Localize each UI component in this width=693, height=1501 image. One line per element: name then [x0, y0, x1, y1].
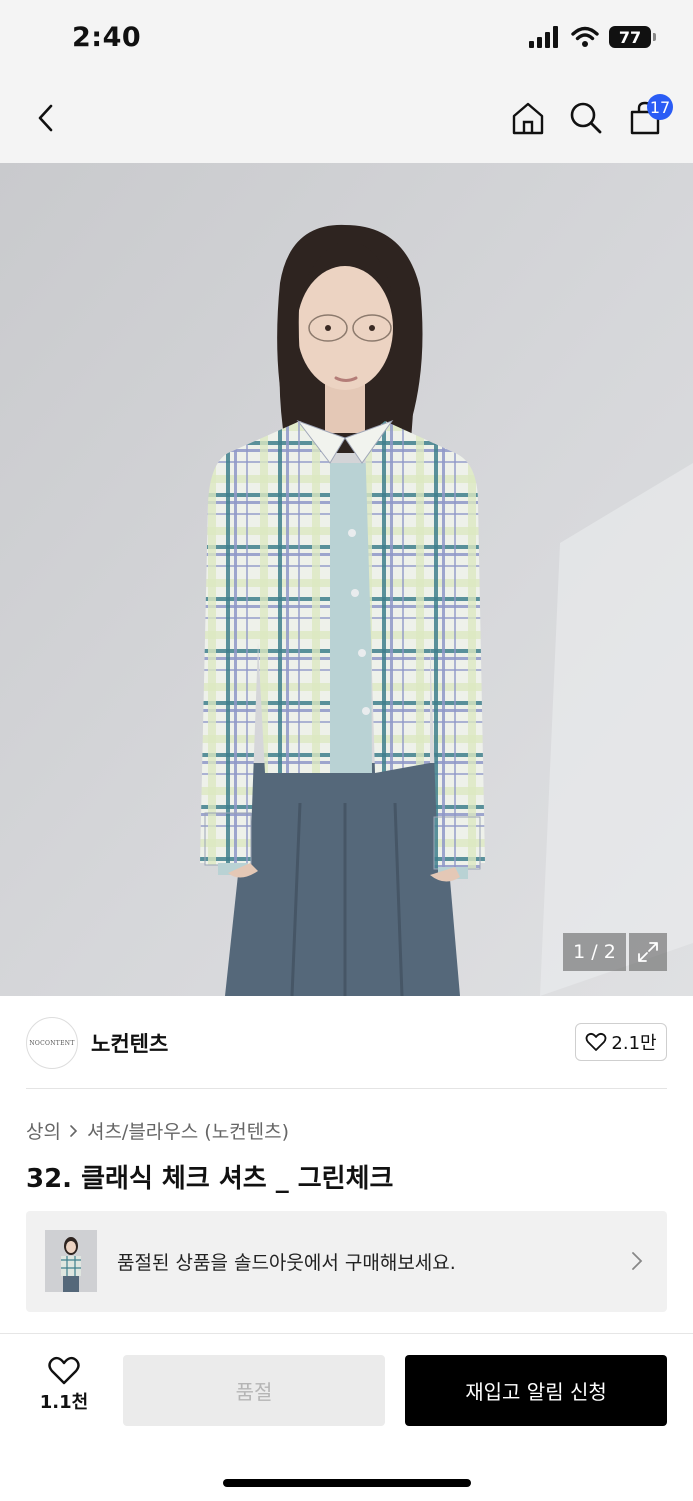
chevron-right-icon [70, 1124, 78, 1137]
home-button[interactable] [506, 96, 550, 140]
status-time: 2:40 [72, 22, 142, 53]
wishlist-button[interactable]: 1.1천 [36, 1356, 92, 1414]
breadcrumb-subcategory[interactable]: 셔츠/블라우스 (노컨텐츠) [87, 1117, 289, 1144]
soldout-banner-text: 품절된 상품을 솔드아웃에서 구매해보세요. [117, 1252, 456, 1274]
expand-icon [638, 942, 658, 962]
battery-icon: 77 [609, 26, 656, 48]
product-image[interactable] [0, 163, 693, 996]
product-photo [0, 163, 693, 996]
home-icon [512, 102, 544, 135]
chevron-right-icon [632, 1252, 643, 1270]
restock-alert-button[interactable]: 재입고 알림 신청 [405, 1355, 667, 1426]
product-title: 32. 클래식 체크 셔츠 _ 그린체크 [26, 1164, 394, 1194]
battery-level: 77 [618, 27, 642, 47]
brand-like-count: 2.1만 [611, 1033, 657, 1054]
divider [26, 1088, 667, 1089]
heart-icon [48, 1356, 80, 1385]
brand-name[interactable]: 노컨텐츠 [91, 1028, 168, 1058]
cart-button[interactable]: 17 [623, 94, 673, 140]
search-button[interactable] [564, 96, 608, 140]
brand-like-button[interactable]: 2.1만 [575, 1023, 667, 1061]
brand-logo[interactable]: NOCONTENT [26, 1017, 78, 1069]
back-button[interactable] [24, 96, 68, 140]
status-icons: 77 [529, 26, 656, 48]
soldout-banner[interactable]: 품절된 상품을 솔드아웃에서 구매해보세요. [26, 1211, 667, 1312]
chevron-left-icon [38, 104, 53, 132]
expand-button[interactable] [629, 933, 667, 971]
wishlist-count: 1.1천 [39, 1392, 89, 1413]
nav-bar: 17 [0, 78, 693, 163]
home-indicator [223, 1479, 471, 1487]
wifi-icon [571, 26, 599, 47]
heart-icon [586, 1032, 607, 1051]
image-counter: 1 / 2 [563, 933, 626, 971]
breadcrumb-category[interactable]: 상의 [26, 1117, 61, 1144]
cart-count-badge: 17 [647, 94, 673, 120]
soldout-button: 품절 [123, 1355, 385, 1426]
breadcrumb: 상의 셔츠/블라우스 (노컨텐츠) [26, 1117, 289, 1144]
status-bar: 2:40 77 [0, 0, 693, 78]
soldout-thumbnail [45, 1230, 97, 1292]
bottom-action-bar: 1.1천 품절 재입고 알림 신청 [0, 1333, 693, 1501]
signal-icon [529, 26, 558, 48]
search-icon [570, 102, 602, 134]
